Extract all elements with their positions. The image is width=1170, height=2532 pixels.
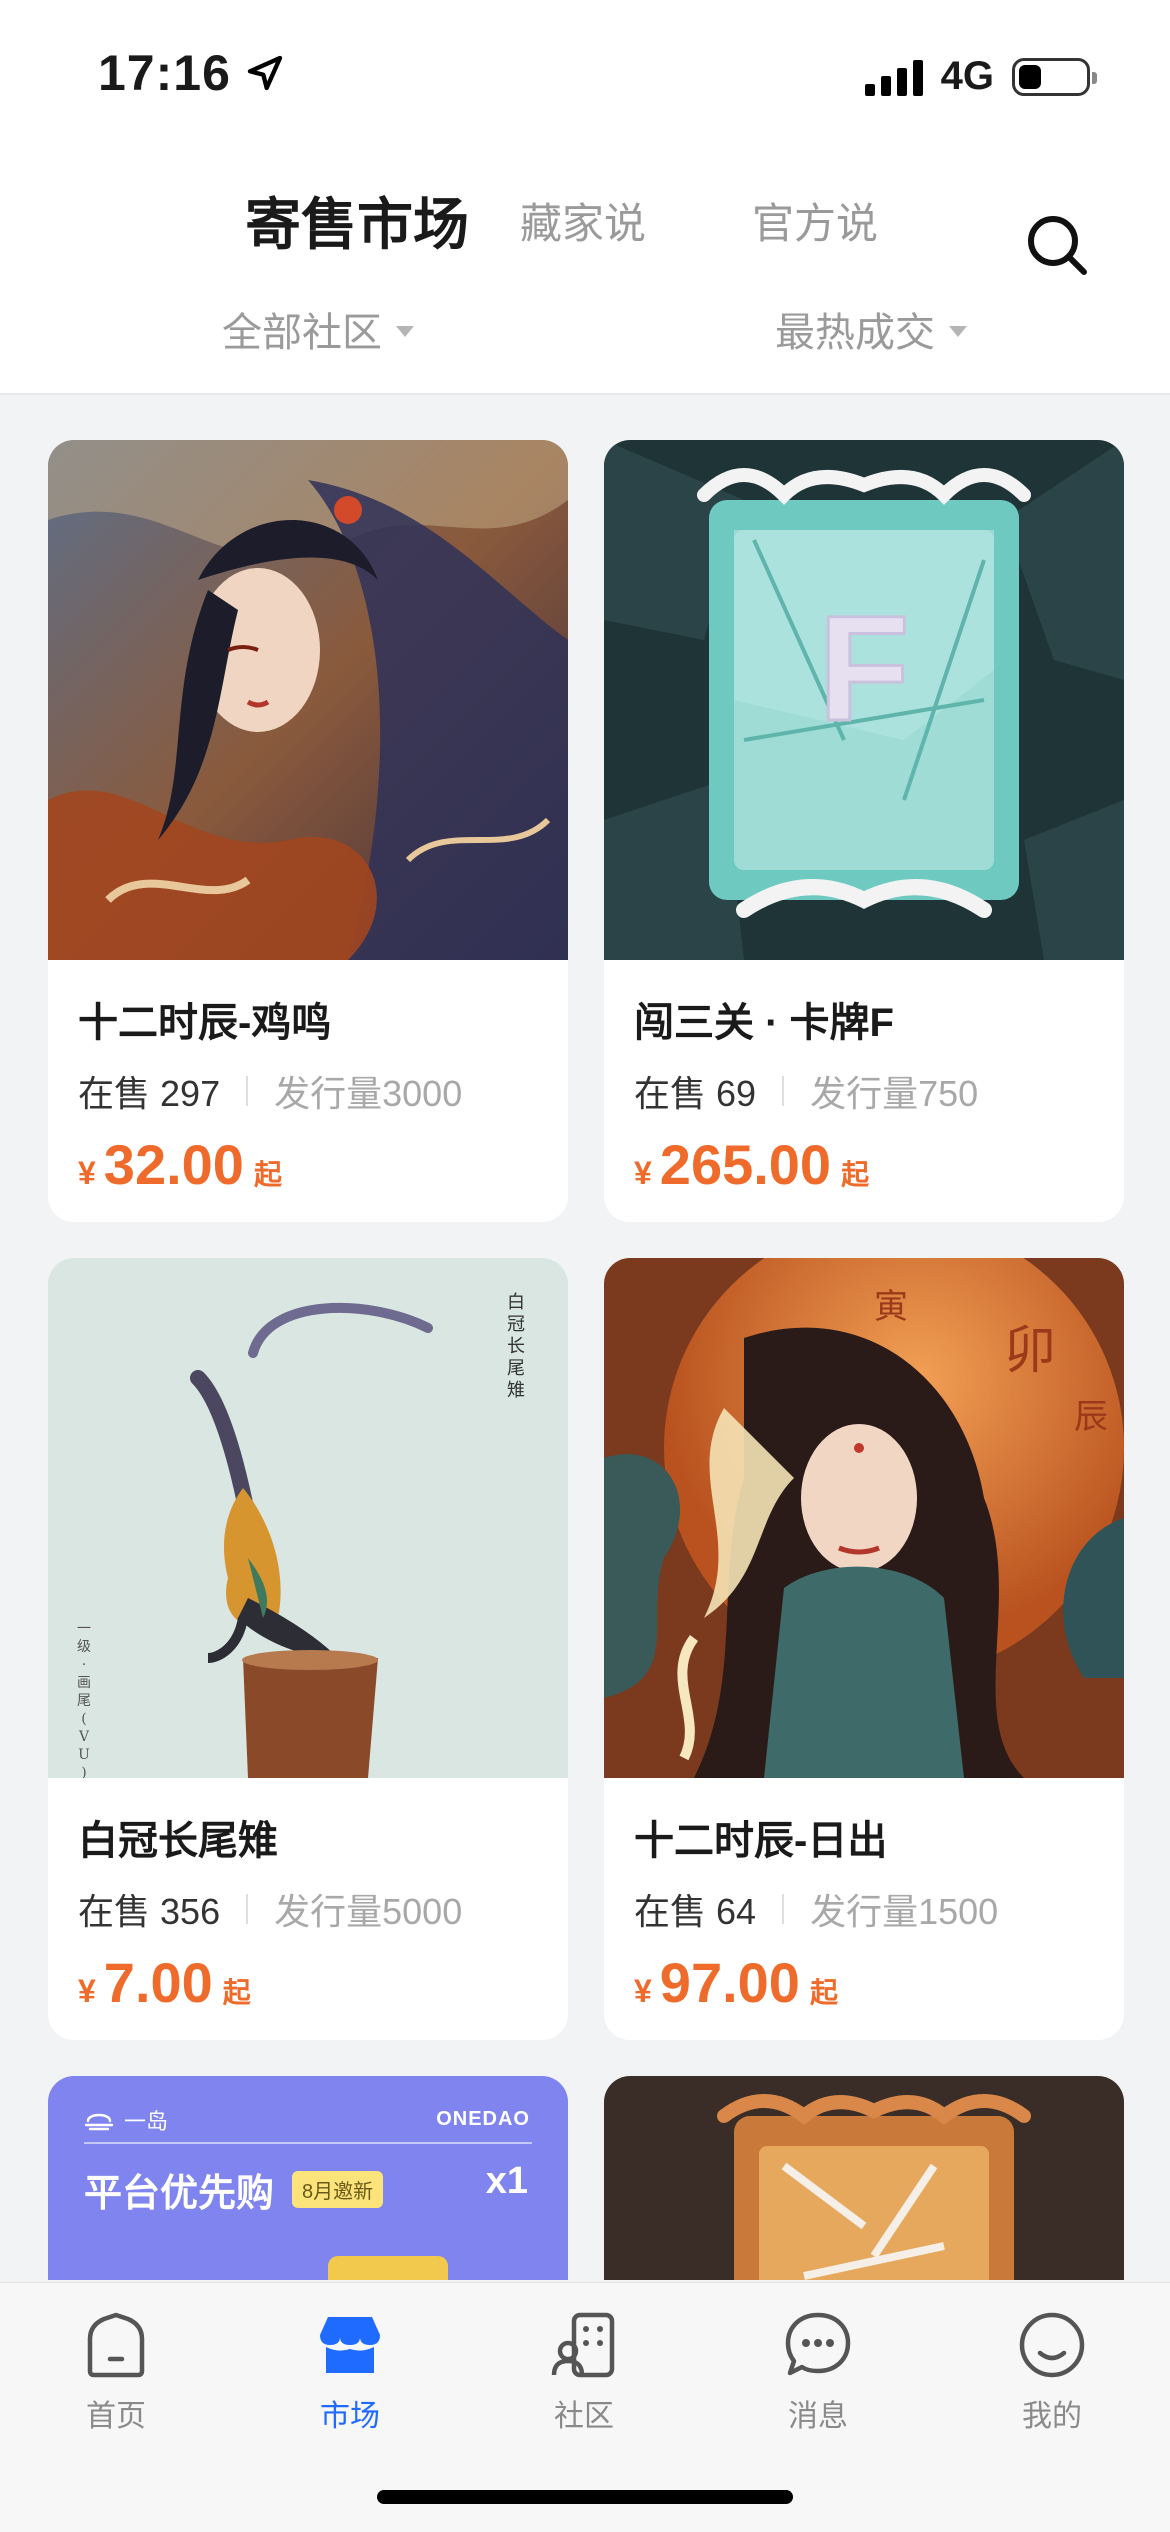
art-caption-char: 尾 [507,1358,525,1379]
market-header: 寄售市场 藏家说 官方说 全部社区 最热成交 [0,140,1170,395]
filter-bar: 全部社区 最热成交 [0,300,1170,360]
issue-volume: 发行量750 [810,1073,979,1114]
network-type: 4G [940,54,994,98]
caret-down-icon [396,325,414,337]
issue-volume: 发行量1500 [810,1891,999,1932]
home-indicator[interactable] [377,2490,793,2504]
art-caption-char: 长 [507,1336,525,1357]
price: ¥7.00 起 [78,1951,251,2014]
on-sale-count: 在售 356 [78,1891,221,1932]
status-indicators: 4G [864,54,1097,99]
tab-consignment-market[interactable]: 寄售市场 [245,180,469,261]
divider [246,1076,249,1106]
nav-community[interactable]: 社区 [504,2305,664,2435]
community-icon [551,2312,615,2378]
promo-title: 平台优先购 [84,2173,275,2215]
brand-logo-icon [84,2113,114,2131]
divider [782,1894,785,1924]
sort-filter-label: 最热成交 [775,311,935,355]
on-sale-count: 在售 69 [634,1073,757,1114]
on-sale-count: 在售 297 [78,1073,221,1114]
art-caption-char: 尾 [77,1693,91,1709]
art-zodiac-char: 辰 [1074,1397,1108,1437]
nav-market[interactable]: 市场 [270,2305,430,2435]
caret-down-icon [949,325,967,337]
artwork-image: 寅卯辰 [604,1258,1124,1778]
promo-badge: 8月邀新 [292,2171,384,2208]
nav-home[interactable]: 首页 [36,2305,196,2435]
artwork-image [604,2076,1124,2280]
product-card[interactable] [604,2076,1124,2280]
tab-collector-talk[interactable]: 藏家说 [520,190,646,251]
promo-title-row: 平台优先购 8月邀新 [84,2162,384,2217]
promo-count: x1 [485,2160,528,2202]
top-tabs: 寄售市场 藏家说 官方说 [0,170,1170,275]
product-name: 白冠长尾雉 [78,1819,278,1863]
promo-brand: 一岛 [84,2104,168,2136]
art-zodiac-char: 卯 [1004,1321,1056,1381]
store-icon [320,2317,380,2373]
tab-official-talk[interactable]: 官方说 [752,190,878,251]
art-caption-char: U [78,1747,90,1763]
location-arrow-icon [247,55,283,91]
promo-divider [84,2142,532,2144]
art-caption-char: 画 [77,1675,91,1691]
art-caption-char: 级 [77,1639,91,1655]
nav-profile[interactable]: 我的 [972,2305,1132,2435]
promo-brand-en: ONEDAO [436,2108,530,2130]
art-zodiac-char: 寅 [874,1287,908,1327]
divider [782,1076,785,1106]
artwork-image: F [604,440,1124,960]
community-filter-label: 全部社区 [222,311,382,355]
artwork-image: 白冠长尾雉 一级 · 画尾(V U) [48,1258,568,1778]
price: ¥265.00 起 [634,1133,870,1196]
artwork-image [48,440,568,960]
art-caption-char: V [78,1729,90,1745]
art-caption-char: 冠 [507,1314,525,1335]
product-grid: 十二时辰-鸡鸣 在售 297 发行量3000 ¥32.00 起 F 闯三关 · … [48,440,1124,2280]
product-name: 闯三关 · 卡牌F [634,1001,894,1045]
product-name: 十二时辰-鸡鸣 [78,1001,332,1045]
art-caption-char: 雉 [507,1380,525,1401]
message-icon [785,2312,851,2376]
home-icon [87,2312,145,2378]
art-caption-name: 白冠长尾雉 [507,1292,525,1401]
art-caption-char: 一 [77,1621,91,1637]
promo-card[interactable]: 一岛 ONEDAO 平台优先购 8月邀新 x1 [48,2076,568,2280]
signal-icon [864,58,923,96]
profile-icon [1019,2312,1085,2378]
promo-illustration [328,2256,448,2280]
on-sale-count: 在售 64 [634,1891,757,1932]
product-card[interactable]: 寅卯辰 十二时辰-日出 在售 64 发行量1500 ¥97.00 起 [604,1258,1124,2040]
art-caption-char: ) [81,1765,86,1778]
battery-icon [1012,57,1097,96]
divider [246,1894,249,1924]
nav-messages[interactable]: 消息 [738,2305,898,2435]
community-filter-dropdown[interactable]: 全部社区 [222,300,414,358]
product-card[interactable]: 十二时辰-鸡鸣 在售 297 发行量3000 ¥32.00 起 [48,440,568,1222]
product-name: 十二时辰-日出 [634,1819,888,1863]
price: ¥32.00 起 [78,1133,282,1196]
price: ¥97.00 起 [634,1951,838,2014]
product-card[interactable]: 白冠长尾雉 一级 · 画尾(V U) 白冠长尾雉 在售 356 发行量5000 ¥7.… [48,1258,568,2040]
clock: 17:16 [98,45,231,101]
art-caption-char: 白 [507,1292,525,1313]
sort-filter-dropdown[interactable]: 最热成交 [775,300,967,358]
svg-text:F: F [818,584,910,752]
issue-volume: 发行量3000 [274,1073,463,1114]
art-caption-char: · [82,1657,86,1673]
product-card[interactable]: F 闯三关 · 卡牌F 在售 69 发行量750 ¥265.00 起 [604,440,1124,1222]
art-caption-char: ( [81,1711,86,1727]
status-time: 17:16 [98,44,285,102]
search-icon[interactable] [1022,210,1092,280]
status-bar: 17:16 4G [0,0,1170,140]
issue-volume: 发行量5000 [274,1891,463,1932]
art-signature: 一级 · 画尾 ( VU) [77,1621,91,1778]
